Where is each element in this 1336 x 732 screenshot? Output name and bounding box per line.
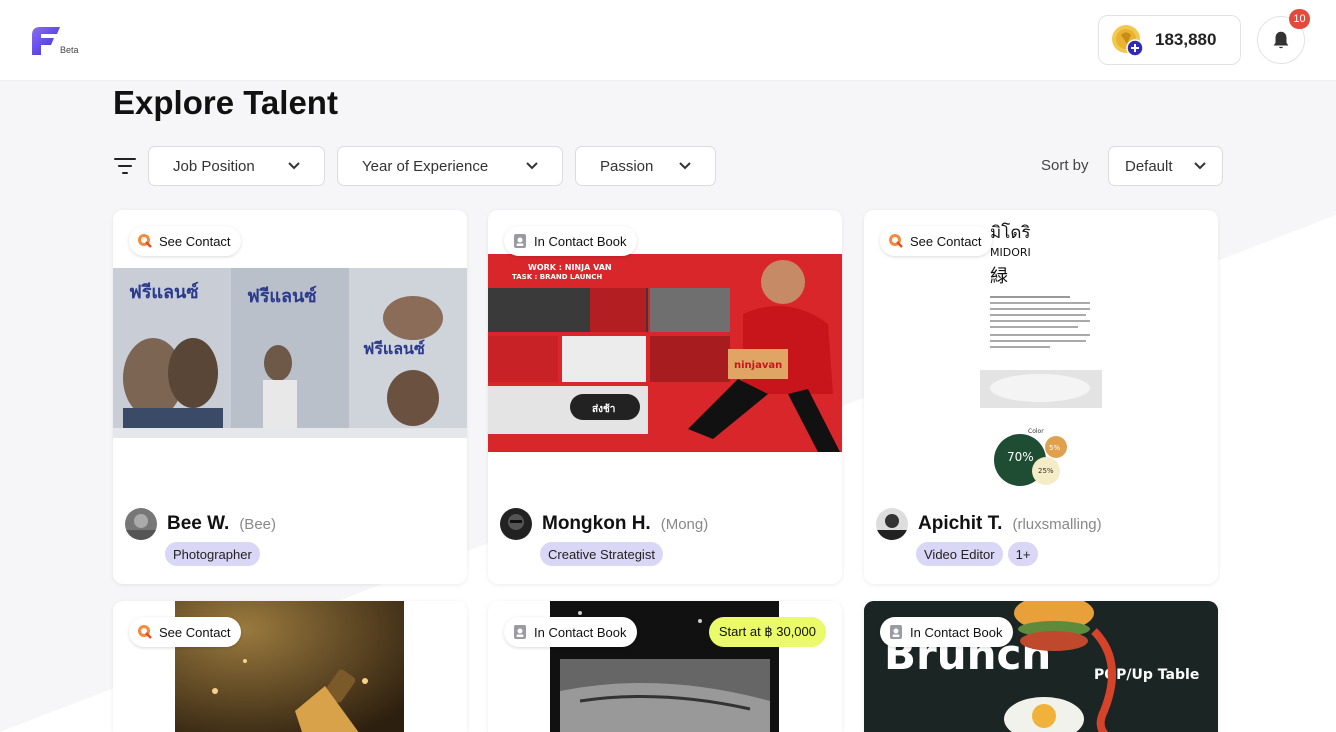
job-tag: Video Editor bbox=[916, 542, 1003, 566]
search-contact-icon bbox=[138, 234, 152, 248]
job-position-label: Job Position bbox=[173, 157, 255, 175]
talent-name: Bee W. bbox=[167, 513, 230, 534]
avatar bbox=[500, 508, 532, 540]
svg-text:MIDORI: MIDORI bbox=[990, 246, 1031, 259]
filter-icon[interactable] bbox=[114, 157, 136, 175]
svg-text:ฟรีแลนซ์: ฟรีแลนซ์ bbox=[247, 285, 317, 307]
sort-dropdown[interactable]: Default bbox=[1108, 146, 1223, 186]
contact-book-icon bbox=[514, 234, 526, 248]
top-bar: Beta 183,880 10 bbox=[0, 0, 1336, 81]
experience-label: Year of Experience bbox=[362, 157, 489, 175]
talent-nickname: (rluxsmalling) bbox=[1012, 515, 1102, 533]
chevron-down-icon bbox=[679, 162, 691, 170]
talent-card[interactable]: In Contact Book WORK : NINJA VAN TASK : … bbox=[488, 210, 842, 584]
svg-text:ninjavan: ninjavan bbox=[734, 360, 782, 371]
contact-book-icon bbox=[514, 625, 526, 639]
see-contact-badge[interactable]: See Contact bbox=[129, 617, 241, 647]
sort-value: Default bbox=[1125, 157, 1173, 175]
svg-text:WORK : NINJA VAN: WORK : NINJA VAN bbox=[528, 263, 612, 272]
coin-amount: 183,880 bbox=[1155, 30, 1217, 49]
avatar bbox=[876, 508, 908, 540]
talent-info: Mongkon H. (Mong) bbox=[500, 508, 708, 540]
in-contact-book-badge[interactable]: In Contact Book bbox=[504, 226, 637, 256]
in-contact-book-badge[interactable]: In Contact Book bbox=[880, 617, 1013, 647]
see-contact-badge[interactable]: See Contact bbox=[880, 226, 992, 256]
svg-text:TASK : BRAND LAUNCH: TASK : BRAND LAUNCH bbox=[512, 273, 602, 281]
svg-text:ฟรีแลนซ์: ฟรีแลนซ์ bbox=[129, 281, 199, 303]
passion-label: Passion bbox=[600, 157, 654, 175]
portfolio-thumbnail[interactable]: WORK : NINJA VAN TASK : BRAND LAUNCH ส่ง… bbox=[488, 254, 842, 452]
svg-text:25%: 25% bbox=[1038, 467, 1054, 475]
svg-text:5%: 5% bbox=[1049, 444, 1060, 452]
svg-text:Color: Color bbox=[1028, 428, 1044, 435]
notification-badge: 10 bbox=[1289, 9, 1310, 29]
svg-text:70%: 70% bbox=[1007, 450, 1034, 464]
job-tag: Photographer bbox=[165, 542, 260, 566]
passion-dropdown[interactable]: Passion bbox=[575, 146, 716, 186]
talent-card[interactable]: In Contact Book Start at ฿ 30,000 bbox=[488, 601, 842, 732]
svg-text:มิโดริ: มิโดริ bbox=[990, 222, 1031, 243]
chevron-down-icon bbox=[526, 162, 538, 170]
talent-name: Mongkon H. bbox=[542, 513, 651, 534]
contact-book-icon bbox=[890, 625, 902, 639]
tag-list: Creative Strategist bbox=[540, 542, 663, 566]
talent-name: Apichit T. bbox=[918, 513, 1003, 534]
svg-text:緑: 緑 bbox=[990, 266, 1008, 287]
chevron-down-icon bbox=[288, 162, 300, 170]
svg-text:ฟรีแลนซ์: ฟรีแลนซ์ bbox=[363, 339, 425, 358]
price-badge: Start at ฿ 30,000 bbox=[708, 617, 826, 647]
search-contact-icon bbox=[889, 234, 903, 248]
search-contact-icon bbox=[138, 625, 152, 639]
beta-label: Beta bbox=[60, 45, 79, 55]
portfolio-thumbnail[interactable]: ฟรีแลนซ์ ฟรีแลนซ์ ฟรีแลนซ์ bbox=[113, 268, 467, 438]
chevron-down-icon bbox=[1194, 162, 1206, 170]
see-contact-badge[interactable]: See Contact bbox=[129, 226, 241, 256]
talent-info: Bee W. (Bee) bbox=[125, 508, 276, 540]
in-contact-book-badge[interactable]: In Contact Book bbox=[504, 617, 637, 647]
page-title: Explore Talent bbox=[113, 84, 338, 121]
talent-card[interactable]: See Contact bbox=[113, 601, 467, 732]
experience-dropdown[interactable]: Year of Experience bbox=[337, 146, 563, 186]
avatar bbox=[125, 508, 157, 540]
sort-label: Sort by bbox=[1041, 157, 1089, 174]
talent-card[interactable]: See Contact ฟรีแลนซ์ ฟรีแลนซ์ ฟรีแลนซ์ B… bbox=[113, 210, 467, 584]
bell-icon bbox=[1273, 31, 1289, 49]
portfolio-thumbnail[interactable]: มิโดริ MIDORI 緑 Color 70% 5% 25% bbox=[980, 220, 1104, 488]
coin-icon bbox=[1111, 24, 1144, 57]
more-tags-count[interactable]: 1+ bbox=[1007, 542, 1039, 566]
talent-nickname: (Bee) bbox=[239, 515, 276, 533]
coin-balance-button[interactable]: 183,880 bbox=[1098, 15, 1241, 65]
talent-card[interactable]: See Contact มิโดริ MIDORI 緑 Color 70% 5%… bbox=[864, 210, 1218, 584]
talent-nickname: (Mong) bbox=[660, 515, 709, 533]
tag-list: Video Editor 1+ bbox=[916, 542, 1039, 566]
job-tag: Creative Strategist bbox=[540, 542, 663, 566]
job-position-dropdown[interactable]: Job Position bbox=[148, 146, 325, 186]
svg-text:ส่งช้า: ส่งช้า bbox=[592, 403, 615, 415]
talent-info: Apichit T. (rluxsmalling) bbox=[876, 508, 1102, 540]
tag-list: Photographer bbox=[165, 542, 260, 566]
talent-card[interactable]: Brunch POP/Up Table In Contact Book bbox=[864, 601, 1218, 732]
